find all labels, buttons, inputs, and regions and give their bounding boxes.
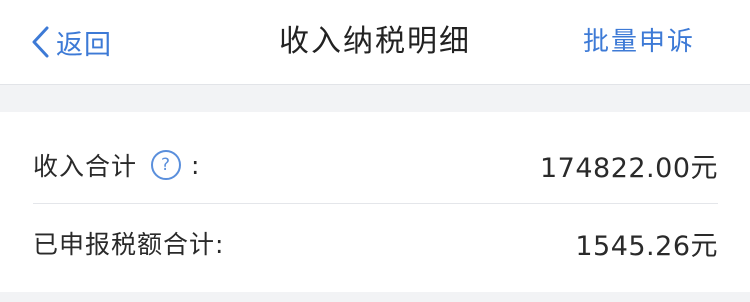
top-navigation-bar: 返回 收入纳税明细 批量申诉 bbox=[0, 0, 750, 85]
tax-total-row: 已申报税额合计: 1545.26元 bbox=[33, 204, 718, 282]
income-total-row: 收入合计 ? : 174822.00元 bbox=[33, 126, 718, 204]
batch-appeal-button[interactable]: 批量申诉 bbox=[583, 20, 695, 64]
back-button[interactable]: 返回 bbox=[30, 20, 112, 64]
income-total-label: 收入合计 bbox=[33, 152, 138, 181]
income-total-value: 174822.00元 bbox=[539, 152, 718, 184]
tax-total-value: 1545.26元 bbox=[575, 230, 718, 262]
back-button-label: 返回 bbox=[56, 29, 112, 61]
income-total-label-group: 收入合计 ? : bbox=[33, 147, 200, 183]
help-icon[interactable]: ? bbox=[151, 150, 182, 180]
income-total-colon: : bbox=[191, 150, 201, 180]
chevron-left-icon bbox=[32, 26, 49, 58]
tax-summary-card: 收入合计 ? : 174822.00元 已申报税额合计: 1545.26元 bbox=[0, 112, 750, 292]
tax-total-label: 已申报税额合计: bbox=[33, 230, 225, 259]
